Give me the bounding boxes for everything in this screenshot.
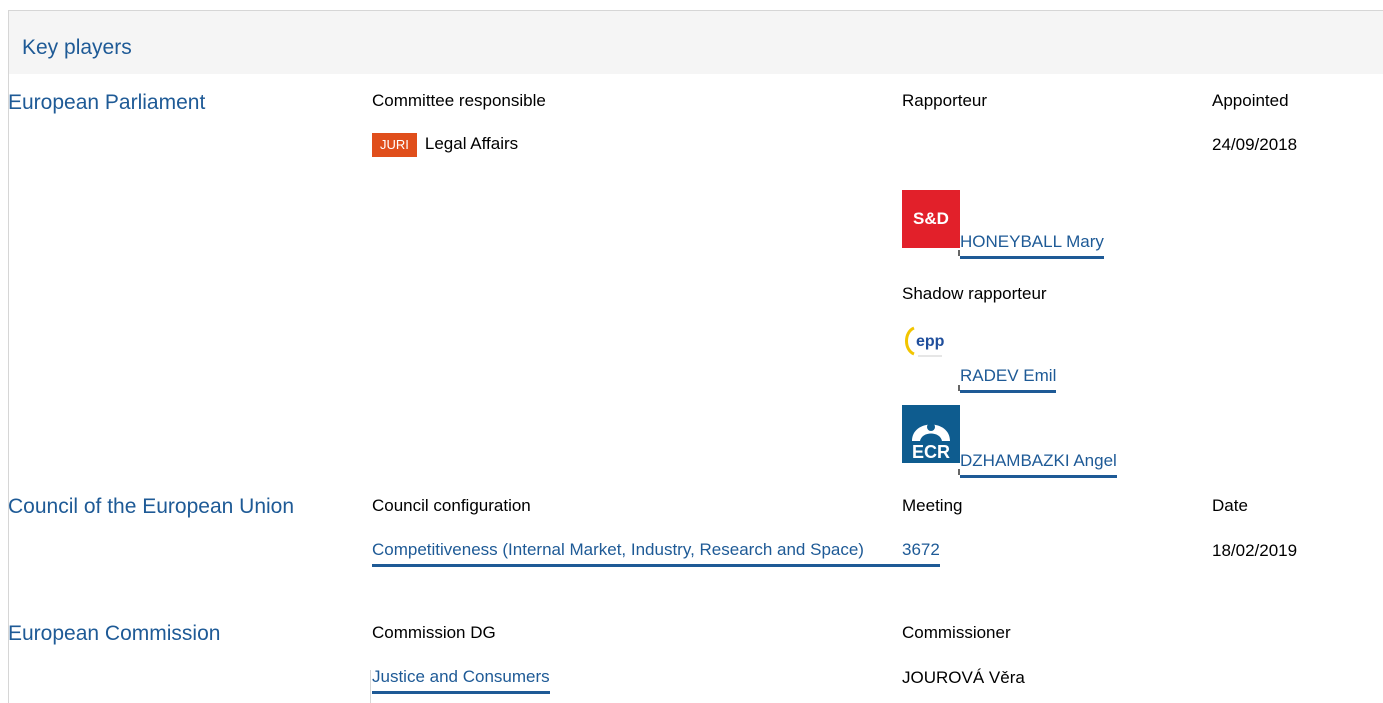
shadow-rapporteur-label: Shadow rapporteur: [902, 284, 1047, 303]
institution-european-parliament: European Parliament: [8, 91, 206, 114]
sd-logo-text: S&D: [913, 209, 949, 228]
dg-link-wrap: Justice and Consumers: [372, 666, 550, 694]
meeting-label: Meeting: [902, 496, 963, 515]
ecr-logo-text: ECR: [912, 442, 950, 462]
section-header: [8, 10, 1383, 74]
shadow-rapporteur-link-radev[interactable]: RADEV Emil: [960, 365, 1057, 393]
shadow-rapporteur-link-dzhambazki[interactable]: DZHAMBAZKI Angel: [960, 450, 1117, 478]
rapporteur-label: Rapporteur: [902, 91, 988, 110]
shadow-link-wrap: RADEV Emil: [960, 365, 1057, 393]
appointed-label: Appointed: [1212, 91, 1289, 110]
sd-group-logo: S&D: [902, 190, 960, 248]
council-date: 18/02/2019: [1212, 541, 1298, 560]
committee-responsible-label: Committee responsible: [372, 91, 546, 110]
ecr-logo-icon: ECR: [912, 423, 950, 462]
section-title: Key players: [22, 36, 132, 59]
commission-dg-link[interactable]: Justice and Consumers: [372, 666, 550, 694]
rapporteur-link[interactable]: HONEYBALL Mary: [960, 231, 1104, 259]
institution-commission: European Commission: [8, 622, 221, 645]
date-label: Date: [1212, 496, 1248, 515]
meeting-link-wrap: 3672: [902, 539, 940, 567]
committee-badge: JURI: [372, 133, 417, 157]
council-configuration-link[interactable]: Competitiveness (Internal Market, Indust…: [372, 539, 902, 567]
rapporteur-link-wrap: HONEYBALL Mary: [960, 231, 1104, 259]
left-border: [8, 74, 9, 703]
ecr-group-logo: ECR: [902, 405, 960, 463]
column-border: [370, 670, 371, 703]
institution-council: Council of the European Union: [8, 495, 295, 518]
commission-dg-label: Commission DG: [372, 623, 496, 642]
council-config-wrap: Competitiveness (Internal Market, Indust…: [372, 539, 902, 567]
appointed-date: 24/09/2018: [1212, 135, 1298, 154]
committee-row: JURI Legal Affairs: [372, 133, 518, 157]
meeting-link[interactable]: 3672: [902, 539, 940, 567]
epp-logo-icon: epp: [905, 326, 945, 357]
commissioner-label: Commissioner: [902, 623, 1011, 642]
committee-name: Legal Affairs: [424, 134, 519, 154]
epp-group-logo: epp: [902, 320, 960, 378]
epp-logo-text: epp: [916, 333, 945, 350]
council-configuration-label: Council configuration: [372, 496, 531, 515]
commissioner-name: JOUROVÁ Věra: [902, 668, 1025, 687]
shadow-link-wrap: DZHAMBAZKI Angel: [960, 450, 1117, 478]
